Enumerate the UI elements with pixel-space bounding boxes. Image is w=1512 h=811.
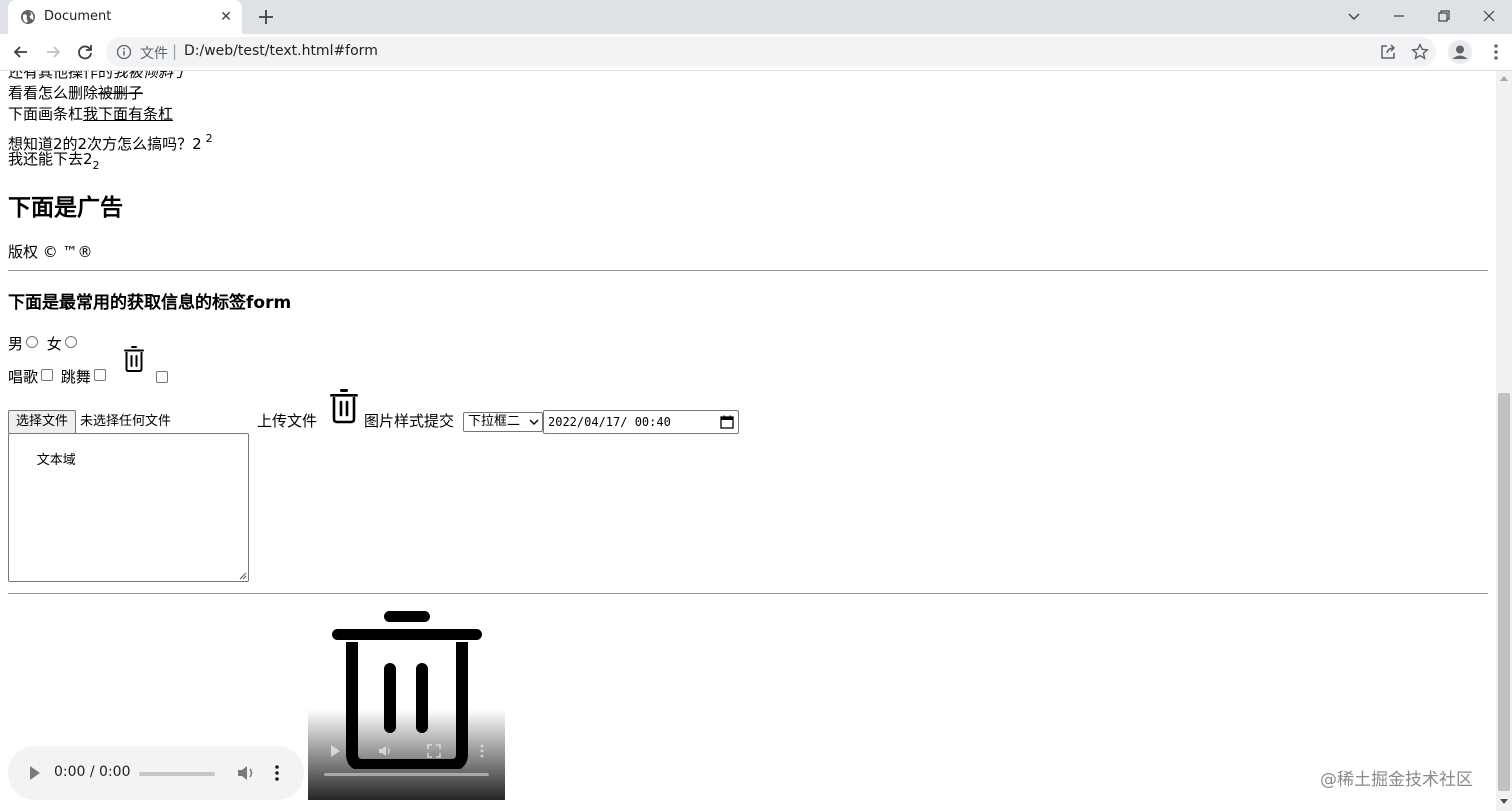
reload-icon[interactable] [75, 42, 95, 62]
minimize-icon[interactable] [1388, 6, 1410, 26]
subscript-line-text: 我还能下去2 [8, 150, 93, 168]
play-icon[interactable] [328, 744, 342, 758]
audio-time: 0:00 / 0:00 [54, 764, 131, 780]
strikethrough-text: 被删子 [98, 84, 144, 102]
video-player[interactable] [308, 599, 505, 800]
close-tab-icon[interactable]: ✕ [218, 9, 234, 25]
checkbox-label-sing: 唱歌 [8, 368, 39, 386]
italic-text: 我被倾斜了 [113, 71, 189, 81]
browser-toolbar: 文件 | D:/web/test/text.html#form [0, 34, 1512, 71]
address-bar[interactable]: 文件 | D:/web/test/text.html#form [106, 37, 1436, 67]
scroll-up-arrow-icon[interactable] [1500, 75, 1508, 81]
underline-line-prefix: 下面画条杠 [8, 105, 84, 123]
file-status: 未选择任何文件 [80, 414, 172, 429]
checkbox-sing[interactable] [41, 369, 54, 381]
scroll-down-arrow-icon[interactable] [1500, 799, 1508, 805]
person-icon [1452, 45, 1468, 59]
video-progress-bar[interactable] [324, 773, 489, 776]
gender-radio-row: 男 女 [8, 334, 81, 354]
tab-strip: Document ✕ [0, 0, 1512, 34]
volume-icon[interactable] [378, 744, 392, 758]
strike-line-prefix: 看看怎么删除 [8, 84, 99, 102]
textarea[interactable]: 文本域 [8, 433, 249, 582]
radio-female[interactable] [64, 336, 77, 348]
more-menu-icon[interactable] [1490, 42, 1502, 62]
checkbox-icon-option[interactable] [156, 371, 168, 383]
browser-tab[interactable]: Document ✕ [8, 0, 242, 34]
tab-title: Document [44, 9, 112, 24]
audio-progress-bar[interactable] [139, 772, 215, 776]
hobby-checkbox-row: 唱歌 跳舞 [8, 367, 109, 387]
ad-heading: 下面是广告 [8, 195, 123, 221]
url-separator: | [172, 42, 178, 60]
radio-label-female: 女 [46, 335, 62, 353]
bookmark-star-icon[interactable] [1410, 42, 1430, 62]
radio-label-male: 男 [8, 335, 24, 353]
superscript: 2 [205, 132, 213, 145]
superscript-text-line: 想知道2的2次方怎么搞吗？2 2 [8, 128, 1488, 153]
underline-text-line: 下面画条杠我下面有条杠 [8, 104, 1488, 125]
datetime-input[interactable]: 2022/04/17/ 00:40 [543, 410, 739, 434]
page-body: 还有其他操作的我被倾斜了 看看怎么删除被删子 下面画条杠我下面有条杠 想知道2的… [8, 71, 1488, 800]
play-icon[interactable] [28, 765, 42, 781]
fullscreen-icon[interactable] [427, 744, 441, 758]
select-value: 下拉框二 [468, 414, 521, 429]
divider [8, 593, 1488, 594]
copyright-line: 版权 © ™® [8, 243, 93, 261]
checkbox-label-dance: 跳舞 [60, 368, 91, 386]
underlined-text: 我下面有条杠 [83, 105, 174, 123]
strikethrough-text-line: 看看怎么删除被删子 [8, 83, 1488, 104]
divider [8, 270, 1488, 271]
textarea-value: 文本域 [36, 453, 76, 468]
volume-icon[interactable] [236, 764, 256, 782]
dropdown-select[interactable]: 下拉框二 [463, 412, 543, 432]
subscript: 2 [92, 159, 100, 172]
more-options-icon[interactable] [478, 744, 486, 758]
trash-icon [124, 346, 144, 372]
forward-arrow-icon[interactable] [43, 42, 63, 62]
radio-male[interactable] [26, 336, 39, 348]
new-tab-icon[interactable] [256, 7, 276, 27]
checkbox-dance[interactable] [93, 369, 106, 381]
resize-handle-icon[interactable] [239, 572, 247, 580]
page-viewport: 还有其他操作的我被倾斜了 看看怎么删除被删子 下面画条杠我下面有条杠 想知道2的… [0, 71, 1496, 811]
url-text[interactable]: D:/web/test/text.html#form [184, 43, 378, 59]
choose-file-button[interactable]: 选择文件 [8, 410, 76, 434]
chevron-down-icon [529, 419, 539, 425]
italic-line-prefix: 还有其他操作的 [8, 71, 114, 81]
info-icon[interactable] [116, 44, 132, 60]
upload-label: 上传文件 [257, 412, 318, 430]
tab-search-chevron-icon[interactable] [1343, 6, 1365, 26]
profile-avatar[interactable] [1448, 40, 1472, 64]
url-scheme-label: 文件 [140, 46, 168, 62]
globe-icon [21, 10, 35, 24]
audio-player[interactable]: 0:00 / 0:00 [8, 746, 304, 800]
datetime-value: 2022/04/17/ 00:40 [548, 415, 671, 429]
back-arrow-icon[interactable] [11, 42, 31, 62]
more-options-icon[interactable] [272, 764, 282, 782]
restore-icon[interactable] [1433, 6, 1455, 26]
close-window-icon[interactable] [1478, 6, 1500, 26]
trash-icon[interactable] [328, 388, 360, 424]
scrollbar-thumb[interactable] [1498, 393, 1510, 791]
form-heading: 下面是最常用的获取信息的标签form [8, 293, 292, 313]
share-icon[interactable] [1378, 42, 1398, 62]
watermark: @稀土掘金技术社区 [1320, 770, 1473, 790]
italic-text-line: 还有其他操作的我被倾斜了 [8, 71, 1488, 83]
subscript-text-line: 我还能下去22 [8, 149, 1488, 172]
calendar-icon[interactable] [720, 415, 734, 429]
vertical-scrollbar[interactable] [1496, 71, 1512, 811]
image-submit-label: 图片样式提交 [364, 412, 455, 430]
